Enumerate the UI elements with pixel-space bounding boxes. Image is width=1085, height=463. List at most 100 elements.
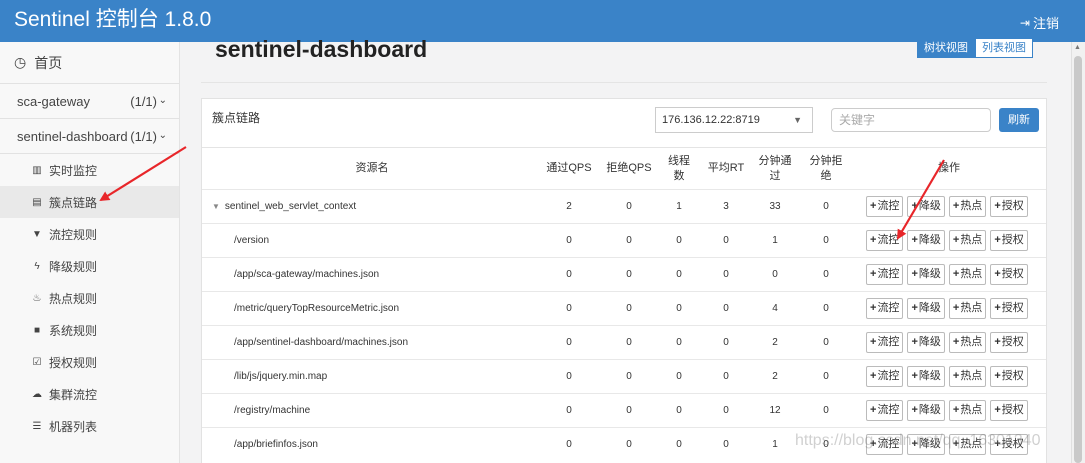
sidebar-subitem-5[interactable]: ♨ 热点规则 — [0, 282, 179, 314]
flow-rule-button[interactable]: +流控 — [866, 400, 904, 421]
list-view-button[interactable]: 列表视图 — [975, 38, 1033, 58]
bar-chart-icon: ▥ — [32, 164, 42, 176]
authority-rule-button[interactable]: +授权 — [990, 298, 1028, 319]
authority-rule-button[interactable]: +授权 — [990, 332, 1028, 353]
degrade-rule-button[interactable]: +降级 — [907, 366, 945, 387]
col-header-minute-pass: 分钟通过 — [758, 154, 792, 182]
cell-avg-rt: 0 — [723, 439, 729, 450]
hotspot-rule-button[interactable]: +热点 — [948, 366, 987, 387]
sidebar-subitem-label: 实时监控 — [49, 163, 98, 178]
op-label: 授权 — [1001, 336, 1024, 348]
table-row: ▼ sentinel_web_servlet_context 2 0 1 3 33 0 +流控 +… — [202, 189, 1046, 223]
sidebar-app-sca-gateway[interactable]: sca-gateway (1/1) ⌄ — [0, 85, 179, 119]
panel-title: 簇点链路 — [212, 111, 261, 125]
op-label: 热点 — [960, 234, 983, 246]
authority-rule-button[interactable]: +授权 — [990, 230, 1028, 251]
degrade-rule-button[interactable]: +降级 — [907, 196, 945, 217]
sidebar-subitem-label: 簇点链路 — [49, 195, 98, 210]
cell-block-qps: 0 — [626, 303, 632, 314]
hotspot-rule-button[interactable]: +热点 — [948, 196, 987, 217]
flow-rule-button[interactable]: +流控 — [866, 196, 904, 217]
cell-minute-pass: 4 — [772, 303, 778, 314]
hotspot-rule-button[interactable]: +热点 — [948, 298, 987, 319]
flow-rule-button[interactable]: +流控 — [866, 264, 904, 285]
sidebar-subitem-label: 流控规则 — [49, 227, 98, 242]
authority-rule-button[interactable]: +授权 — [990, 264, 1028, 285]
sidebar-subitem-label: 集群流控 — [49, 387, 98, 402]
cell-avg-rt: 0 — [723, 269, 729, 280]
brand-title[interactable]: Sentinel 控制台 1.8.0 — [14, 7, 211, 33]
authority-rule-button[interactable]: +授权 — [990, 366, 1028, 387]
refresh-button[interactable]: 刷新 — [999, 108, 1039, 132]
hotspot-rule-button[interactable]: +热点 — [948, 400, 987, 421]
sidebar-subitem-8[interactable]: ☁ 集群流控 — [0, 378, 179, 410]
sidebar-app-sentinel-dashboard[interactable]: sentinel-dashboard (1/1) ⌄ — [0, 120, 179, 154]
hotspot-rule-button[interactable]: +热点 — [948, 230, 987, 251]
sidebar-subitem-3[interactable]: ▼ 流控规则 — [0, 218, 179, 250]
hotspot-rule-button[interactable]: +热点 — [948, 264, 987, 285]
tree-view-button[interactable]: 树状视图 — [917, 38, 975, 58]
plus-icon: + — [911, 404, 918, 416]
scrollbar-thumb[interactable] — [1074, 56, 1082, 463]
plus-icon: + — [994, 336, 1001, 348]
degrade-rule-button[interactable]: +降级 — [907, 400, 945, 421]
sidebar-subitem-4[interactable]: ϟ 降级规则 — [0, 250, 179, 282]
app-count: (1/1) — [130, 94, 157, 109]
op-label: 流控 — [877, 234, 900, 246]
cell-minute-block: 0 — [823, 303, 829, 314]
check-icon: ☑ — [32, 356, 42, 368]
cell-minute-block: 0 — [823, 269, 829, 280]
scroll-up-icon[interactable]: ▲ — [1074, 44, 1081, 51]
plus-icon: + — [911, 370, 918, 382]
cell-minute-block: 0 — [823, 235, 829, 246]
op-label: 降级 — [918, 404, 941, 416]
cell-threads: 0 — [676, 235, 682, 246]
sidebar-subitem-1[interactable]: ▥ 实时监控 — [0, 154, 179, 186]
flash-icon: ϟ — [34, 260, 40, 272]
th-list-icon: ☰ — [32, 420, 42, 432]
op-label: 流控 — [877, 302, 900, 314]
sidebar-subitem-2[interactable]: ▤ 簇点链路 — [0, 186, 179, 218]
sidebar-subitem-9[interactable]: ☰ 机器列表 — [0, 410, 179, 442]
cell-minute-pass: 33 — [769, 201, 781, 212]
degrade-rule-button[interactable]: +降级 — [907, 298, 945, 319]
cell-avg-rt: 0 — [723, 371, 729, 382]
plus-icon: + — [952, 302, 960, 314]
logout-button[interactable]: ⇥ 注销 — [1020, 13, 1059, 32]
op-label: 流控 — [877, 200, 900, 212]
op-label: 降级 — [918, 370, 941, 382]
hotspot-rule-button[interactable]: +热点 — [948, 332, 987, 353]
flow-rule-button[interactable]: +流控 — [866, 366, 904, 387]
col-header-block-qps: 拒绝QPS — [606, 162, 652, 174]
authority-rule-button[interactable]: +授权 — [990, 400, 1028, 421]
flow-rule-button[interactable]: +流控 — [866, 298, 904, 319]
sidebar-subitem-label: 机器列表 — [49, 419, 98, 434]
sidebar-subitem-7[interactable]: ☑ 授权规则 — [0, 346, 179, 378]
sidebar-item-home[interactable]: ◷ 首页 — [0, 42, 179, 84]
resource-name: /app/sca-gateway/machines.json — [234, 269, 380, 280]
flow-rule-button[interactable]: +流控 — [866, 332, 904, 353]
sidebar-subitem-6[interactable]: ■ 系统规则 — [0, 314, 179, 346]
machine-select[interactable]: 176.136.12.22:8719 ▼ — [655, 107, 813, 133]
op-label: 授权 — [1001, 234, 1024, 246]
plus-icon: + — [994, 370, 1001, 382]
degrade-rule-button[interactable]: +降级 — [907, 264, 945, 285]
cell-block-qps: 0 — [626, 405, 632, 416]
degrade-rule-button[interactable]: +降级 — [907, 230, 945, 251]
resource-name: sentinel_web_servlet_context — [224, 201, 357, 212]
tree-collapse-icon[interactable]: ▼ — [212, 202, 220, 211]
resource-name-cell: /metric/queryTopResourceMetric.json — [234, 292, 554, 325]
authority-rule-button[interactable]: +授权 — [990, 196, 1028, 217]
flow-rule-button[interactable]: +流控 — [866, 230, 904, 251]
cell-minute-pass: 1 — [772, 439, 778, 450]
sidebar-subitem-label: 热点规则 — [49, 291, 98, 306]
page-title: sentinel-dashboard — [215, 36, 428, 62]
lock-icon: ■ — [33, 324, 41, 336]
plus-icon: + — [994, 234, 1001, 246]
degrade-rule-button[interactable]: +降级 — [907, 332, 945, 353]
keyword-search-input[interactable] — [831, 108, 991, 132]
row-actions: +流控 +降级 +热点 +授权 — [866, 298, 1028, 319]
plus-icon: + — [870, 404, 877, 416]
app-count: (1/1) — [130, 129, 157, 144]
plus-icon: + — [870, 302, 877, 314]
